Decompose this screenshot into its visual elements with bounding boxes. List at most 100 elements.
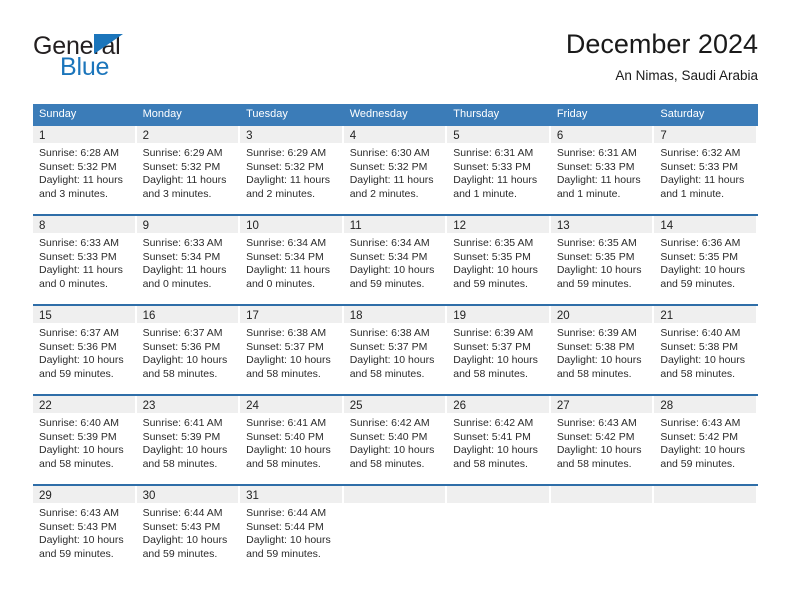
calendar-day-cell[interactable]: 6 Sunrise: 6:31 AM Sunset: 5:33 PM Daylight… <box>550 126 655 215</box>
brand-logo[interactable]: General Blue <box>33 32 213 92</box>
sunrise-text: Sunrise: 6:35 AM <box>453 237 534 249</box>
calendar-day-cell[interactable]: 5 Sunrise: 6:31 AM Sunset: 5:33 PM Daylight… <box>447 126 551 215</box>
day-details: Sunrise: 6:43 AM Sunset: 5:43 PM Daylight:… <box>33 503 137 561</box>
daylight-text-line1: Daylight: 11 hours <box>453 174 538 187</box>
day-number-band <box>654 486 756 503</box>
calendar-week-row: 22 Sunrise: 6:40 AM Sunset: 5:39 PM Dayligh… <box>33 394 758 485</box>
sunset-text: Sunset: 5:32 PM <box>142 160 221 173</box>
day-number-band: 8 <box>33 216 135 233</box>
daylight-text-line1: Daylight: 10 hours <box>556 354 642 367</box>
weekday-label: Saturday <box>660 108 705 120</box>
daylight-text-line2: and 2 minutes. <box>349 187 419 200</box>
day-details: Sunrise: 6:28 AM Sunset: 5:32 PM Daylight:… <box>33 143 137 201</box>
day-number: 25 <box>349 400 363 412</box>
day-number-band: 23 <box>136 396 239 413</box>
day-number: 22 <box>39 400 52 412</box>
calendar-day-cell[interactable]: 28 Sunrise: 6:43 AM Sunset: 5:42 PM Dayligh… <box>654 394 758 485</box>
daylight-text-line1: Daylight: 10 hours <box>39 534 124 547</box>
calendar-day-cell[interactable]: 24 Sunrise: 6:41 AM Sunset: 5:40 PM Dayligh… <box>240 394 344 485</box>
calendar-page: General Blue December 2024 An Nimas, Sau… <box>0 0 792 612</box>
weekday-label: Wednesday <box>349 108 408 120</box>
calendar-day-cell[interactable]: 7 Sunrise: 6:32 AM Sunset: 5:33 PM Daylight… <box>654 126 758 215</box>
day-number: 9 <box>142 220 149 232</box>
daylight-text-line2: and 59 minutes. <box>349 277 425 290</box>
calendar-day-cell[interactable]: 13 Sunrise: 6:35 AM Sunset: 5:35 PM Dayligh… <box>550 214 655 305</box>
sunset-text: Sunset: 5:34 PM <box>142 250 221 263</box>
day-number: 17 <box>246 310 259 322</box>
calendar-day-cell[interactable]: 4 Sunrise: 6:30 AM Sunset: 5:32 PM Daylight… <box>343 126 448 215</box>
day-number: 20 <box>556 310 570 322</box>
sunrise-text: Sunrise: 6:41 AM <box>142 417 223 429</box>
sunset-text: Sunset: 5:36 PM <box>142 340 221 353</box>
calendar-day-cell[interactable]: 29 Sunrise: 6:43 AM Sunset: 5:43 PM Dayligh… <box>33 484 137 574</box>
calendar-day-cell[interactable]: 8 Sunrise: 6:33 AM Sunset: 5:33 PM Daylight… <box>33 214 137 305</box>
daylight-text-line1: Daylight: 10 hours <box>453 354 538 367</box>
sunset-text: Sunset: 5:33 PM <box>453 160 531 173</box>
calendar-day-cell[interactable]: 14 Sunrise: 6:36 AM Sunset: 5:35 PM Dayligh… <box>654 214 758 305</box>
sunrise-text: Sunrise: 6:31 AM <box>453 147 534 159</box>
calendar-day-cell[interactable]: 27 Sunrise: 6:43 AM Sunset: 5:42 PM Dayligh… <box>550 394 655 485</box>
day-number: 16 <box>142 310 156 322</box>
weekday-header-wednesday: Wednesday <box>343 104 448 126</box>
day-number: 12 <box>453 220 467 232</box>
daylight-text-line2: and 0 minutes. <box>142 277 212 290</box>
brand-name-blue: Blue <box>60 53 110 81</box>
calendar-day-cell[interactable]: 19 Sunrise: 6:39 AM Sunset: 5:37 PM Dayligh… <box>447 304 551 395</box>
daylight-text-line2: and 58 minutes. <box>556 367 632 380</box>
calendar-day-cell[interactable]: 9 Sunrise: 6:33 AM Sunset: 5:34 PM Daylight… <box>136 214 241 305</box>
calendar-day-cell[interactable]: 2 Sunrise: 6:29 AM Sunset: 5:32 PM Daylight… <box>136 126 241 215</box>
daylight-text-line2: and 58 minutes. <box>142 367 218 380</box>
calendar-day-cell[interactable]: 31 Sunrise: 6:44 AM Sunset: 5:44 PM Dayligh… <box>240 484 344 574</box>
day-number: 27 <box>556 400 570 412</box>
calendar-day-cell[interactable]: 16 Sunrise: 6:37 AM Sunset: 5:36 PM Dayligh… <box>136 304 241 395</box>
calendar-day-cell[interactable]: 17 Sunrise: 6:38 AM Sunset: 5:37 PM Dayligh… <box>240 304 344 395</box>
day-number-band: 2 <box>136 126 239 143</box>
calendar-day-cell[interactable]: 11 Sunrise: 6:34 AM Sunset: 5:34 PM Dayligh… <box>343 214 448 305</box>
calendar-day-cell[interactable]: 23 Sunrise: 6:41 AM Sunset: 5:39 PM Dayligh… <box>136 394 241 485</box>
calendar-day-cell[interactable]: 22 Sunrise: 6:40 AM Sunset: 5:39 PM Dayligh… <box>33 394 137 485</box>
daylight-text-line2: and 2 minutes. <box>246 187 316 200</box>
calendar-day-cell[interactable]: 25 Sunrise: 6:42 AM Sunset: 5:40 PM Dayligh… <box>343 394 448 485</box>
calendar-day-cell[interactable]: 21 Sunrise: 6:40 AM Sunset: 5:38 PM Dayligh… <box>654 304 758 395</box>
daylight-text-line2: and 58 minutes. <box>246 457 321 470</box>
weekday-label: Friday <box>556 108 588 120</box>
daylight-text-line2: and 58 minutes. <box>556 457 632 470</box>
daylight-text-line1: Daylight: 10 hours <box>660 444 746 457</box>
calendar-day-cell[interactable]: 12 Sunrise: 6:35 AM Sunset: 5:35 PM Dayligh… <box>447 214 551 305</box>
day-number-band: 21 <box>654 306 756 323</box>
sunrise-text: Sunrise: 6:29 AM <box>246 147 327 159</box>
daylight-text-line2: and 59 minutes. <box>246 547 321 560</box>
daylight-text-line2: and 3 minutes. <box>39 187 108 200</box>
sunrise-text: Sunrise: 6:33 AM <box>142 237 223 249</box>
day-number-band: 22 <box>33 396 135 413</box>
sunrise-text: Sunrise: 6:37 AM <box>39 327 119 339</box>
sunrise-text: Sunrise: 6:28 AM <box>39 147 119 159</box>
daylight-text-line1: Daylight: 10 hours <box>556 444 642 457</box>
daylight-text-line1: Daylight: 10 hours <box>349 264 435 277</box>
daylight-text-line2: and 58 minutes. <box>246 367 321 380</box>
sunset-text: Sunset: 5:37 PM <box>453 340 531 353</box>
day-number-band <box>447 486 549 503</box>
calendar-day-cell[interactable]: 3 Sunrise: 6:29 AM Sunset: 5:32 PM Daylight… <box>240 126 344 215</box>
calendar-day-cell[interactable]: 10 Sunrise: 6:34 AM Sunset: 5:34 PM Dayligh… <box>240 214 344 305</box>
sunrise-text: Sunrise: 6:38 AM <box>246 327 327 339</box>
calendar-day-cell[interactable]: 1 Sunrise: 6:28 AM Sunset: 5:32 PM Daylight… <box>33 126 137 215</box>
daylight-text-line2: and 58 minutes. <box>349 367 425 380</box>
sunset-text: Sunset: 5:42 PM <box>660 430 739 443</box>
sunset-text: Sunset: 5:33 PM <box>556 160 635 173</box>
daylight-text-line1: Daylight: 10 hours <box>246 444 331 457</box>
calendar-day-cell[interactable]: 26 Sunrise: 6:42 AM Sunset: 5:41 PM Dayligh… <box>447 394 551 485</box>
calendar-day-cell[interactable]: 15 Sunrise: 6:37 AM Sunset: 5:36 PM Dayligh… <box>33 304 137 395</box>
calendar-day-cell <box>447 484 551 574</box>
calendar-day-cell[interactable]: 20 Sunrise: 6:39 AM Sunset: 5:38 PM Dayligh… <box>550 304 655 395</box>
day-details: Sunrise: 6:37 AM Sunset: 5:36 PM Daylight:… <box>137 323 241 381</box>
daylight-text-line2: and 0 minutes. <box>246 277 316 290</box>
sunrise-text: Sunrise: 6:39 AM <box>556 327 637 339</box>
day-details: Sunrise: 6:43 AM Sunset: 5:42 PM Daylight:… <box>654 413 758 471</box>
day-number: 29 <box>39 490 52 502</box>
calendar-day-cell[interactable]: 18 Sunrise: 6:38 AM Sunset: 5:37 PM Dayligh… <box>343 304 448 395</box>
daylight-text-line1: Daylight: 10 hours <box>39 354 124 367</box>
day-details: Sunrise: 6:36 AM Sunset: 5:35 PM Daylight:… <box>654 233 758 291</box>
calendar-day-cell[interactable]: 30 Sunrise: 6:44 AM Sunset: 5:43 PM Dayligh… <box>136 484 241 574</box>
day-number: 14 <box>660 220 674 232</box>
